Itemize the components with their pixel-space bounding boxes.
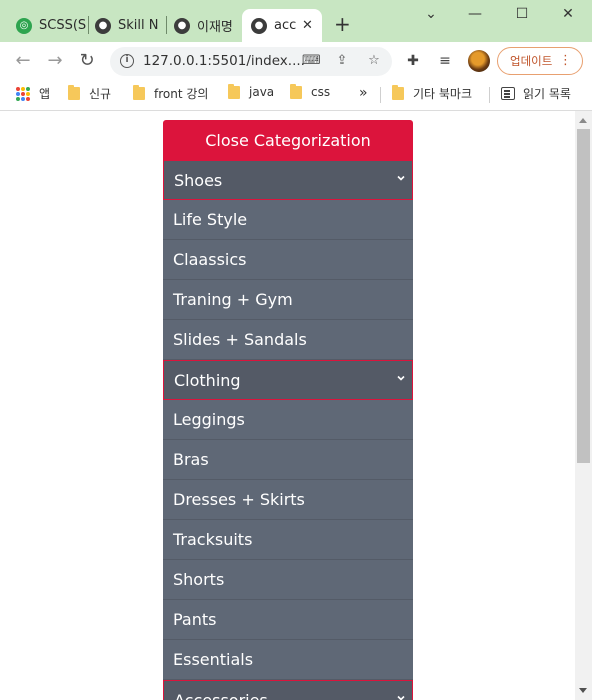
site-info-icon[interactable]: i: [120, 54, 134, 68]
media-control-icon[interactable]: ≡: [436, 52, 454, 70]
bookmark-label: front 강의: [154, 87, 209, 101]
close-categorization-button[interactable]: Close Categorization: [163, 120, 413, 160]
tab-scss[interactable]: ◎ SCSS(S: [16, 9, 86, 42]
list-item[interactable]: Life Style: [163, 200, 413, 240]
bookmark-folder[interactable]: java: [228, 83, 275, 99]
update-label: 업데이트: [510, 54, 553, 68]
scroll-up-icon[interactable]: [579, 118, 587, 123]
share-icon[interactable]: ⇪: [334, 53, 350, 69]
section-accessories[interactable]: Accessories: [163, 680, 413, 700]
reading-list-icon: [501, 87, 515, 100]
tab-skill[interactable]: ● Skill Ne: [95, 9, 159, 42]
minimize-icon[interactable]: —: [465, 6, 485, 22]
tab-title: acc: [274, 18, 296, 33]
section-label: Clothing: [174, 370, 241, 390]
scrollbar-thumb[interactable]: [577, 129, 590, 463]
forward-icon[interactable]: →: [44, 50, 66, 72]
bookmarks-overflow-icon[interactable]: »: [359, 85, 368, 101]
tab-divider: [88, 16, 89, 34]
folder-icon: [228, 83, 240, 99]
bookmark-folder[interactable]: 신규: [68, 85, 111, 102]
bookmark-label: 앱: [39, 87, 51, 101]
category-accordion: Close Categorization Shoes Life Style Cl…: [163, 120, 413, 700]
section-clothing[interactable]: Clothing: [163, 360, 413, 400]
section-label: Accessories: [174, 690, 268, 700]
list-item[interactable]: Traning + Gym: [163, 280, 413, 320]
scroll-down-icon[interactable]: [579, 688, 587, 693]
reading-list[interactable]: 읽기 목록: [501, 85, 571, 102]
tab-news[interactable]: ● 이재명: [174, 9, 238, 42]
bookmark-divider: [489, 87, 490, 103]
chevron-down-icon: [397, 375, 405, 381]
maximize-icon[interactable]: ☐: [512, 6, 532, 22]
bookmark-star-icon[interactable]: ☆: [366, 53, 382, 69]
globe-icon: ●: [251, 17, 267, 34]
folder-icon: [290, 83, 302, 99]
bookmark-label: css: [311, 85, 331, 99]
update-button[interactable]: 업데이트 ⋮: [497, 47, 583, 75]
browser-toolbar: ← → ↻ i 127.0.0.1:5501/index.... ⌨ ⇪ ☆ ✚…: [0, 42, 592, 80]
bookmark-divider: [380, 87, 381, 103]
address-bar[interactable]: i 127.0.0.1:5501/index.... ⌨ ⇪ ☆: [110, 47, 392, 76]
folder-icon: [392, 85, 404, 100]
profile-avatar[interactable]: [468, 50, 490, 72]
section-shoes[interactable]: Shoes: [163, 160, 413, 200]
bookmark-apps[interactable]: 앱: [16, 85, 50, 102]
globe-icon: ●: [95, 17, 111, 34]
reload-icon[interactable]: ↻: [76, 50, 98, 72]
list-item[interactable]: Pants: [163, 600, 413, 640]
bookmark-folder[interactable]: front 강의: [133, 85, 208, 102]
page-scrollbar[interactable]: [575, 111, 592, 700]
bookmark-label: java: [249, 85, 275, 99]
list-item[interactable]: Essentials: [163, 640, 413, 680]
list-item[interactable]: Slides + Sandals: [163, 320, 413, 360]
chevron-down-icon: [397, 175, 405, 181]
list-item[interactable]: Tracksuits: [163, 520, 413, 560]
tab-active[interactable]: ● acc ✕: [242, 9, 322, 42]
chevron-down-icon: [397, 695, 405, 700]
bookmark-label: 신규: [89, 87, 112, 101]
tab-strip: ◎ SCSS(S ● Skill Ne ● 이재명 ● acc ✕ + ⌄ — …: [0, 0, 592, 42]
close-window-icon[interactable]: ✕: [558, 6, 578, 22]
apps-icon: [16, 86, 30, 101]
close-tab-icon[interactable]: ✕: [302, 18, 313, 33]
tab-divider: [166, 16, 167, 34]
tab-title: SCSS(S: [39, 18, 86, 33]
bookmark-folder[interactable]: css: [290, 83, 331, 99]
folder-icon: [133, 85, 145, 100]
extensions-icon[interactable]: ✚: [404, 52, 422, 70]
scss-icon: ◎: [16, 17, 32, 34]
section-label: Shoes: [174, 170, 223, 190]
globe-icon: ●: [174, 17, 190, 34]
new-tab-icon[interactable]: +: [334, 14, 351, 34]
bookmarks-bar: 앱 신규 front 강의 java css » 기타 북마크 읽기 목록: [0, 80, 592, 111]
list-item[interactable]: Claassics: [163, 240, 413, 280]
bookmark-folder-other[interactable]: 기타 북마크: [392, 85, 472, 102]
list-item[interactable]: Leggings: [163, 400, 413, 440]
tab-title: 이재명: [197, 20, 233, 35]
folder-icon: [68, 85, 80, 100]
translate-icon[interactable]: ⌨: [302, 53, 321, 69]
bookmark-label: 읽기 목록: [523, 87, 571, 101]
back-icon[interactable]: ←: [12, 50, 34, 72]
url-text[interactable]: 127.0.0.1:5501/index....: [143, 53, 305, 69]
page-content: Close Categorization Shoes Life Style Cl…: [0, 111, 575, 700]
tab-title: Skill Ne: [118, 18, 159, 33]
list-item[interactable]: Shorts: [163, 560, 413, 600]
bookmark-label: 기타 북마크: [413, 87, 473, 101]
list-item[interactable]: Dresses + Skirts: [163, 480, 413, 520]
list-item[interactable]: Bras: [163, 440, 413, 480]
tab-search-icon[interactable]: ⌄: [421, 6, 441, 22]
menu-kebab-icon[interactable]: ⋮: [559, 53, 572, 69]
